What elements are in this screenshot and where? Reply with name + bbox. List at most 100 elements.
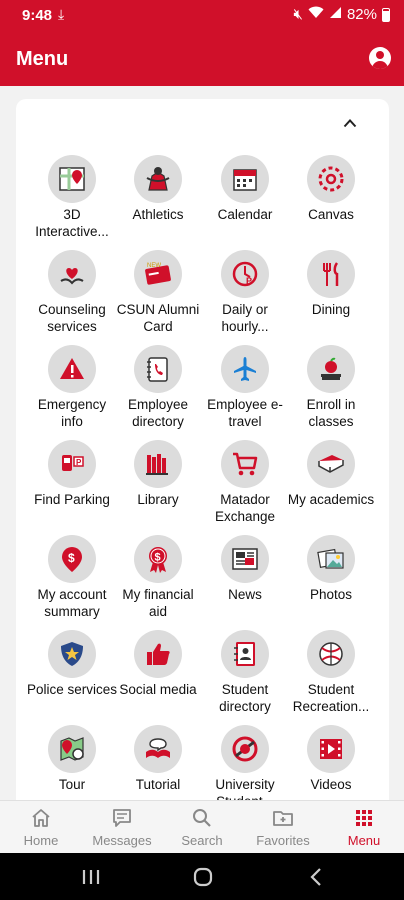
airplane-icon [221,345,269,393]
book-icon [307,440,355,488]
menu-item-label: Dining [311,302,351,317]
menu-item-label: Counseling services [38,302,106,334]
menu-item-label: Employee e-travel [207,397,283,429]
app-bar: Menu [0,30,404,86]
menu-item[interactable]: NEW CSUN Alumni Card [112,250,204,345]
mute-icon: 🔇︎ [293,6,303,23]
menu-card: 3D Interactive... Athletics Calendar Canvas… [16,99,389,819]
menu-item-label: Student Recreation... [292,682,370,714]
police-badge-icon [48,630,96,678]
student-directory-icon [221,630,269,678]
university-student-icon [221,725,269,773]
menu-item[interactable]: Dining [285,250,377,345]
newspaper-icon [221,535,269,583]
svg-text:$: $ [155,552,161,564]
menu-item[interactable]: $ My account summary [26,535,118,630]
menu-item[interactable]: Employee directory [112,345,204,440]
nav-search[interactable]: Search [162,807,242,848]
wifi-icon [308,6,324,23]
home-icon [1,807,81,829]
menu-item-label: Matador Exchange [214,492,276,524]
svg-text:NEW: NEW [147,263,161,269]
menu-item-label: Videos [310,777,352,792]
calendar-icon [221,155,269,203]
menu-item[interactable]: Student Recreation... [285,630,377,725]
svg-text:$: $ [68,551,75,565]
collapse-chevron-icon[interactable] [338,115,362,135]
photos-icon [307,535,355,583]
battery-percent: 82% [346,6,377,23]
menu-item-label: My academics [287,492,375,507]
menu-item-label: Library [137,492,179,507]
heart-hands-icon [48,250,96,298]
video-icon [307,725,355,773]
nav-search-label: Search [181,833,223,848]
messages-icon [82,807,162,829]
download-done-icon: ⤓ [58,6,65,22]
system-navigation-bar [0,853,404,900]
menu-item-label: CSUN Alumni Card [116,302,200,334]
menu-item[interactable]: Student directory [199,630,291,725]
svg-text:P: P [76,458,82,467]
menu-item[interactable]: Enroll in classes [285,345,377,440]
menu-item[interactable]: Counseling services [26,250,118,345]
menu-item[interactable]: Photos [285,535,377,630]
menu-item[interactable]: News [199,535,291,630]
page-title: Menu [16,48,69,70]
nav-menu-label: Menu [347,833,381,848]
menu-item-label: Find Parking [34,492,110,507]
menu-item-label: Student directory [219,682,271,714]
menu-item[interactable]: Matador Exchange [199,440,291,535]
menu-item[interactable]: Canvas [285,155,377,250]
nav-menu[interactable]: Menu [324,807,404,848]
svg-text:P: P [246,276,252,286]
menu-item-label: Social media [119,682,197,697]
signal-icon [329,6,342,23]
tutorial-icon [134,725,182,773]
menu-item[interactable]: $ My financial aid [112,535,204,630]
menu-item[interactable]: P Daily or hourly... [199,250,291,345]
menu-item-label: My financial aid [122,587,194,619]
menu-item-label: Athletics [132,207,184,222]
menu-item-label: Canvas [308,207,354,222]
menu-item[interactable]: Social media [112,630,204,725]
menu-item[interactable]: Athletics [112,155,204,250]
menu-item[interactable]: P Find Parking [26,440,118,535]
menu-item[interactable]: My academics [285,440,377,535]
nav-home[interactable]: Home [1,807,81,848]
profile-icon[interactable] [369,47,391,69]
favorites-folder-icon [243,807,323,829]
thumbs-up-icon [134,630,182,678]
battery-icon [382,7,390,22]
status-bar: 9:48 ⤓ 🔇︎ 82% [0,0,404,30]
status-time: 9:48 [22,7,53,24]
home-button-icon[interactable] [188,865,218,889]
dollar-ribbon-icon: $ [134,535,182,583]
canvas-icon [307,155,355,203]
nav-favorites[interactable]: Favorites [243,807,323,848]
menu-item-label: Police services [26,682,118,697]
menu-item-label: 3D Interactive... [35,207,109,239]
menu-item[interactable]: Library [112,440,204,535]
menu-item[interactable]: 3D Interactive... [26,155,118,250]
utensils-icon [307,250,355,298]
menu-item[interactable]: Emergency info [26,345,118,440]
recent-apps-icon[interactable] [76,865,106,889]
menu-item-label: Daily or hourly... [221,302,269,334]
menu-item-label: Photos [309,587,353,602]
back-icon[interactable] [302,865,332,889]
menu-item[interactable]: Calendar [199,155,291,250]
menu-item-label: Enroll in classes [306,397,356,429]
matador-icon [134,155,182,203]
bottom-nav: Home Messages Search Favorites Menu [0,800,404,853]
menu-item[interactable]: Employee e-travel [199,345,291,440]
menu-item-label: My account summary [37,587,107,619]
menu-item[interactable]: Police services [26,630,118,725]
dollar-pin-icon: $ [48,535,96,583]
nav-messages[interactable]: Messages [82,807,162,848]
phone-book-icon [134,345,182,393]
grid-menu-icon [324,807,404,829]
parking-clock-icon: P [221,250,269,298]
menu-item-label: Tour [58,777,86,792]
search-icon [162,807,242,829]
